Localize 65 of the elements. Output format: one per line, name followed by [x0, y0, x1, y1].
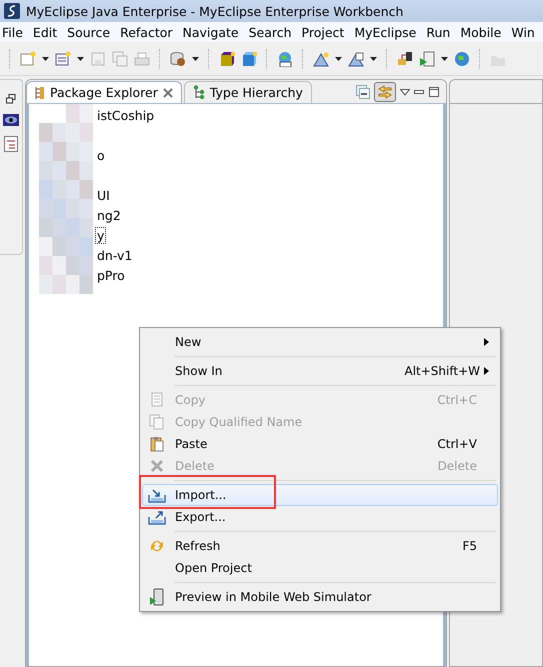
tree-item[interactable]: o [95, 146, 107, 164]
menu-item[interactable]: Project [302, 24, 352, 40]
import-icon [148, 487, 166, 503]
new-class-icon[interactable] [55, 50, 71, 66]
run-icon[interactable] [419, 50, 435, 66]
menu-entry[interactable]: New [142, 331, 498, 353]
restore-icon[interactable] [6, 94, 16, 104]
close-icon[interactable] [162, 88, 173, 98]
menu-entry[interactable]: Export... [142, 506, 498, 528]
export-icon [148, 509, 166, 525]
eye-icon[interactable] [3, 114, 19, 126]
submenu-arrow-icon [484, 367, 489, 375]
submenu-arrow-icon [484, 338, 489, 346]
menu-entry[interactable]: Paste Ctrl+V [142, 433, 498, 455]
menu-item[interactable]: Navigate [182, 24, 247, 40]
database-icon[interactable] [170, 50, 186, 66]
save-icon [90, 50, 106, 66]
delete-icon [150, 459, 164, 473]
view-tab[interactable]: Type Hierarchy [184, 81, 312, 103]
menu-item[interactable]: Search [248, 24, 300, 40]
copy-icon [149, 414, 165, 430]
globe-icon[interactable] [277, 50, 293, 66]
new-file-icon[interactable] [20, 50, 36, 66]
refresh-icon [149, 538, 165, 554]
caret-icon[interactable] [370, 56, 377, 60]
menu-entry[interactable]: Refresh F5 [142, 535, 498, 557]
menu-item[interactable]: Refactor [120, 24, 181, 40]
menu-entry[interactable]: Import... [142, 484, 498, 506]
menu-item[interactable]: Edit [32, 24, 66, 40]
menu-item[interactable]: File [2, 24, 31, 40]
menu-item[interactable]: Mobile [460, 24, 510, 40]
save-all-icon [112, 50, 128, 66]
view-tab[interactable]: Package Explorer [26, 81, 182, 103]
caret-icon[interactable] [335, 56, 342, 60]
menu-entry[interactable]: Open Project [142, 557, 498, 579]
tree-item[interactable]: istCoship [95, 106, 156, 124]
print-icon [134, 50, 150, 66]
paste-icon [149, 436, 165, 452]
caret-icon[interactable] [77, 56, 84, 60]
app-logo-icon [4, 3, 20, 19]
tree-item[interactable]: ng2 [95, 206, 123, 224]
window-title: MyEclipse Java Enterprise - MyEclipse Enterprise Workbench [26, 4, 404, 18]
phone-icon [149, 588, 165, 606]
menu-entry[interactable]: Show In Alt+Shift+W [142, 360, 498, 382]
cube-icon[interactable] [219, 50, 235, 66]
minimize-icon[interactable] [414, 90, 425, 94]
arrows-icon [377, 85, 393, 99]
menu-item[interactable]: Win [511, 24, 543, 40]
menu-item[interactable]: Source [67, 24, 118, 40]
tree-item[interactable]: UI [95, 186, 112, 204]
menu-item[interactable]: Run [426, 24, 458, 40]
copy-icon [149, 392, 165, 408]
collapse-all-icon[interactable] [356, 85, 370, 99]
menu-entry[interactable]: Preview in Mobile Web Simulator [142, 586, 498, 608]
caret-icon[interactable] [441, 56, 448, 60]
tree-item[interactable]: y [95, 226, 106, 244]
view-menu-icon[interactable] [400, 88, 410, 96]
tree-item[interactable]: pPro [95, 266, 127, 284]
globe-icon[interactable] [454, 50, 470, 66]
caret-icon[interactable] [42, 56, 49, 60]
maximize-icon[interactable] [429, 86, 440, 98]
tree-item[interactable]: dn-v1 [95, 246, 134, 264]
menu-item[interactable]: MyEclipse [354, 24, 424, 40]
caret-icon[interactable] [192, 56, 199, 60]
package-icon [35, 86, 45, 100]
